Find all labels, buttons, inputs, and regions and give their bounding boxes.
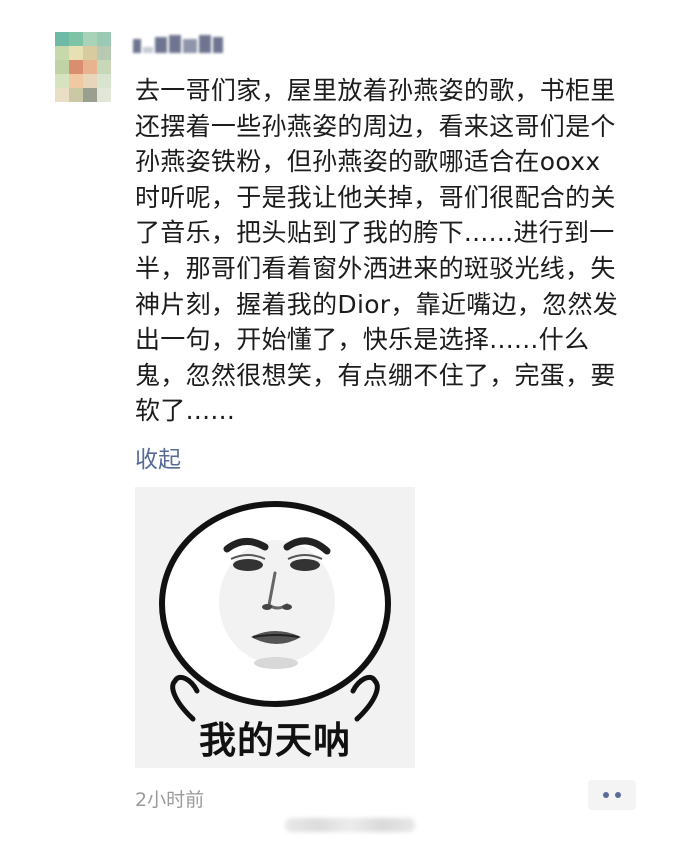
post-text-line: 孙燕姿铁粉，但孙燕姿的歌哪适合在ooxx [135,147,601,177]
post-text-line: 出一句，开始懂了，快乐是选择......什么 [135,325,590,355]
post-text-line: 鬼，忽然很想笑，有点绷不住了，完蛋，要 [135,360,616,390]
meme-image[interactable]: 我的天呐 [135,487,415,768]
post-text-line: 半，那哥们看着窗外洒进来的斑驳光线，失 [135,253,616,283]
more-dots-icon [615,792,621,798]
avatar[interactable] [55,32,111,102]
post-text-line: 去一哥们家，屋里放着孙燕姿的歌，书柜里 [135,76,616,105]
more-dots-icon [603,792,609,798]
username-blurred[interactable] [133,33,223,53]
collapse-link[interactable]: 收起 [135,440,181,474]
post-timestamp: 2小时前 [135,789,205,811]
watermark-blurred [285,818,415,832]
post-text-line: 还摆着一些孙燕姿的周边，看来这哥们是个 [135,111,616,141]
more-actions-button[interactable] [588,780,636,810]
post-text-line: 软了...... [135,396,236,426]
meme-caption: 我的天呐 [199,719,351,762]
post-text-line: 神片刻，握着我的Dior，靠近嘴边，忽然发 [135,289,619,319]
post-text: 去一哥们家，屋里放着孙燕姿的歌，书柜里 还摆着一些孙燕姿的周边，看来这哥们是个 孙燕… [135,73,655,429]
post-text-line: 时听呢，于是我让他关掉，哥们很配合的关 [135,182,616,212]
post-text-line: 了音乐，把头贴到了我的胯下......进行到一 [135,218,615,248]
